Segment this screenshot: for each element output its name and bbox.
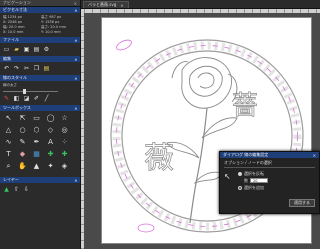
option-row[interactable]: 選択を反転 — [238, 170, 268, 177]
amount-row: 数 20 — [238, 177, 268, 184]
artwork-char-2: 薇 — [144, 141, 174, 176]
section-body-line: 線の太さ ✎ ◧ ◪ ✐ ╱ — [0, 81, 80, 105]
document-tab-title: バラと薔薇.svg — [88, 2, 117, 7]
collapse-arrow-icon[interactable]: ▲ — [75, 178, 77, 182]
edit-dialog: ダイアログ 線の編集設定 ✕ オプション / ノードの選択 ↖ 選択を反転 数 … — [219, 151, 320, 214]
diamond-icon[interactable]: ◇ — [45, 125, 56, 135]
bezier-icon[interactable]: ∿ — [3, 137, 14, 147]
option-radio[interactable] — [238, 171, 242, 176]
section-title-line: 線のスタイル — [3, 75, 27, 80]
section-body-layer: ▲ ⇧ ⇩ — [0, 183, 80, 196]
dialog-close-icon[interactable]: ✕ — [313, 153, 316, 158]
fill-icon[interactable]: ◧ — [13, 95, 20, 102]
section-title-tools: ツールボックス — [3, 105, 31, 110]
slider-knob[interactable] — [23, 88, 26, 94]
collapse-arrow-icon[interactable]: ▲ — [75, 57, 77, 61]
tool-grid: ↖ ⇱ ▭ ◯ ☆ △ ○ ⬡ ◇ ◎ ∿ ✎ ✒ A ⁘ T ◆ ▦ ✚ ✚ … — [0, 111, 80, 173]
tweak-icon[interactable]: ✦ — [45, 161, 56, 171]
left-panel: ナビゲーション ✕ ピクセル寸法 ▲ 幅 1234 px 高さ 987 px X… — [0, 0, 81, 249]
ellipse-icon[interactable]: ◯ — [45, 113, 56, 123]
zoom-icon[interactable]: ⌕ — [3, 161, 14, 171]
spray-icon[interactable]: ⁘ — [59, 137, 70, 147]
collapse-arrow-icon[interactable]: ▲ — [75, 76, 77, 80]
eraser-icon[interactable]: ◪ — [23, 95, 30, 102]
document-tabbar: バラと薔薇.svg ✕ — [81, 0, 320, 9]
new-file-icon[interactable]: ▭ — [3, 46, 10, 53]
option-label: 選択を反転 — [244, 170, 264, 176]
redo-icon[interactable]: ↷ — [13, 65, 20, 72]
section-body-edit: ↶ ↷ ✂ ❐ ▤ — [0, 62, 80, 75]
pen-icon[interactable]: ✎ — [3, 95, 10, 102]
amount-input[interactable]: 20 — [250, 178, 268, 183]
mesh-icon[interactable]: ◈ — [59, 161, 70, 171]
section-title-edit: 編集 — [3, 56, 11, 61]
rectangle-icon[interactable]: ▭ — [31, 113, 42, 123]
eraser-tool-icon[interactable]: ◆ — [17, 149, 28, 159]
polygon-icon[interactable]: ⬡ — [31, 125, 42, 135]
layer-down-icon[interactable]: ⇩ — [23, 186, 30, 193]
connector-icon[interactable]: ✚ — [59, 149, 70, 159]
dialog-divider — [224, 167, 315, 168]
panel-close-icon[interactable]: ✕ — [74, 1, 77, 6]
save-icon[interactable]: ▣ — [23, 46, 30, 53]
tab-close-icon[interactable]: ✕ — [120, 3, 123, 8]
paste-icon[interactable]: ▤ — [43, 65, 50, 72]
section-title-layer: レイヤー — [3, 177, 19, 182]
brush-icon[interactable]: ✐ — [33, 95, 40, 102]
slider-track[interactable] — [3, 88, 58, 94]
freehand-icon[interactable]: ✎ — [17, 137, 28, 147]
dialog-body: オプション / ノードの選択 ↖ 選択を反転 数 20 選択を追加 適用する — [220, 158, 319, 207]
panel-title: ナビゲーション — [3, 0, 31, 5]
section-body-file: ▭ ▰ ▣ ▤ ⚙ — [0, 43, 80, 56]
paint-bucket-icon[interactable]: ▲ — [31, 161, 42, 171]
size-value: X: 10.0 mm — [3, 30, 24, 34]
collapse-arrow-icon[interactable]: ▲ — [75, 38, 77, 42]
amount-label: 数 — [244, 177, 248, 183]
triangle-icon[interactable]: △ — [3, 125, 14, 135]
section-title-file: ファイル — [3, 37, 19, 42]
node-marker[interactable] — [115, 38, 133, 52]
settings-gear-icon[interactable]: ⚙ — [43, 46, 50, 53]
panel-titlebar: ナビゲーション ✕ — [0, 0, 80, 7]
calligraphy-icon[interactable]: ✒ — [31, 137, 42, 147]
collapse-arrow-icon[interactable]: ▲ — [75, 106, 77, 110]
option-label: 選択を追加 — [244, 184, 264, 190]
cut-icon[interactable]: ✂ — [23, 65, 30, 72]
copy-icon[interactable]: ❐ — [33, 65, 40, 72]
layer-up-icon[interactable]: ⇧ — [13, 186, 20, 193]
option-radio-selected[interactable] — [238, 185, 242, 190]
layer-add-icon[interactable]: ▲ — [3, 186, 10, 193]
spiral-icon[interactable]: ◎ — [59, 125, 70, 135]
print-icon[interactable]: ▤ — [33, 46, 40, 53]
line-icon[interactable]: ╱ — [43, 95, 50, 102]
measure-icon[interactable]: ✋ — [17, 161, 28, 171]
document-tab[interactable]: バラと薔薇.svg ✕ — [83, 1, 129, 8]
collapse-arrow-icon[interactable]: ▲ — [75, 8, 77, 12]
undo-icon[interactable]: ↶ — [3, 65, 10, 72]
section-body-size: 幅 1234 px 高さ 987 px X: 2048 px Y: 1536 p… — [0, 13, 80, 37]
text-cursor-icon[interactable]: T — [3, 149, 14, 159]
apply-button[interactable]: 適用する — [289, 199, 315, 207]
artwork-char-1: 薔 — [232, 91, 258, 121]
section-title-size: ピクセル寸法 — [3, 7, 27, 12]
size-value: Y: 10.0 mm — [41, 30, 61, 34]
select-arrow-icon[interactable]: ↖ — [3, 113, 14, 123]
cursor-arrow-icon: ↖ — [224, 172, 231, 181]
dropper-icon[interactable]: ✚ — [45, 149, 56, 159]
circle-icon[interactable]: ○ — [17, 125, 28, 135]
star-icon[interactable]: ☆ — [59, 113, 70, 123]
node-marker[interactable] — [137, 223, 155, 233]
gradient-icon[interactable]: ▦ — [31, 149, 42, 159]
dialog-subtitle: オプション / ノードの選択 — [224, 160, 272, 165]
open-folder-icon[interactable]: ▰ — [13, 46, 20, 53]
node-select-icon[interactable]: ⇱ — [17, 113, 28, 123]
text-tool-icon[interactable]: A — [45, 137, 56, 147]
option-row[interactable]: 選択を追加 — [238, 184, 268, 191]
